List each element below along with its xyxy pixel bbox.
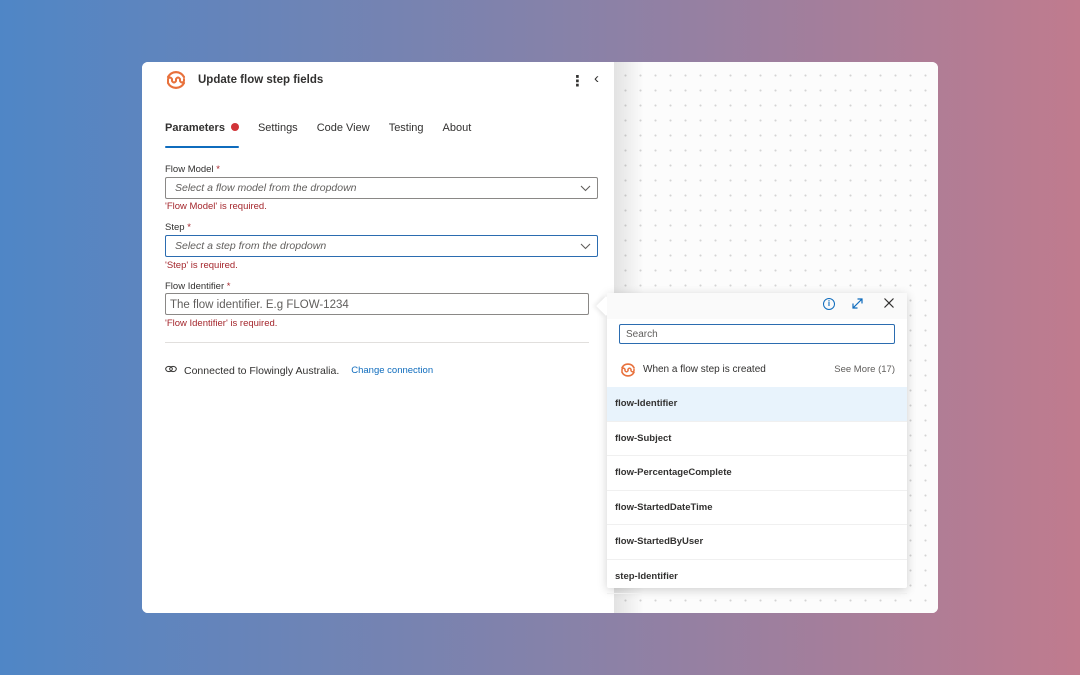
panel-header: Update flow step fields ⋮ ‹ <box>164 68 604 104</box>
token-item[interactable]: step-Identifier <box>607 560 907 594</box>
chevron-down-icon <box>580 178 591 205</box>
tab-testing[interactable]: Testing <box>389 122 424 148</box>
connection-text: Connected to Flowingly Australia. <box>184 364 340 377</box>
dropdown-placeholder: Select a step from the dropdown <box>175 240 327 252</box>
token-item[interactable]: flow-StartedDateTime <box>607 491 907 525</box>
divider <box>165 342 589 343</box>
action-details-panel: Update flow step fields ⋮ ‹ Parameters S… <box>142 62 614 613</box>
trigger-label: When a flow step is created <box>643 364 766 375</box>
label-text: Flow Model <box>165 164 214 175</box>
panel-title: Update flow step fields <box>198 74 324 86</box>
tab-label: Settings <box>257 122 298 134</box>
flow-model-error: 'Flow Model' is required. <box>165 201 267 212</box>
token-list: flow-Identifier flow-Subject flow-Percen… <box>607 387 907 594</box>
tab-settings[interactable]: Settings <box>258 122 298 148</box>
step-error: 'Step' is required. <box>165 260 238 271</box>
trigger-group-header: When a flow step is created See More (17… <box>619 361 895 379</box>
flow-identifier-input[interactable]: The flow identifier. E.g FLOW-1234 <box>165 293 589 315</box>
step-dropdown[interactable]: Select a step from the dropdown <box>165 235 598 257</box>
dynamic-content-search-input[interactable]: Search <box>619 324 895 344</box>
chevron-down-icon <box>580 236 591 263</box>
input-placeholder: The flow identifier. E.g FLOW-1234 <box>170 299 349 311</box>
token-item[interactable]: flow-StartedByUser <box>607 525 907 560</box>
label-text: Step <box>165 222 185 233</box>
flowingly-logo-icon <box>166 71 186 89</box>
tab-label: About <box>442 122 472 134</box>
token-item[interactable]: flow-Subject <box>607 422 907 456</box>
dropdown-placeholder: Select a flow model from the dropdown <box>175 182 357 194</box>
tab-parameters[interactable]: Parameters <box>165 122 239 148</box>
flow-identifier-error: 'Flow Identifier' is required. <box>165 318 278 329</box>
see-more-link[interactable]: See More (17) <box>834 364 895 375</box>
tab-label: Parameters <box>165 122 225 134</box>
info-icon[interactable]: i <box>823 298 835 310</box>
token-item[interactable]: flow-Identifier <box>607 387 907 422</box>
step-label: Step * <box>165 222 191 233</box>
more-options-icon[interactable]: ⋮ <box>570 72 585 90</box>
flow-model-dropdown[interactable]: Select a flow model from the dropdown <box>165 177 598 199</box>
search-placeholder: Search <box>626 329 658 340</box>
flow-identifier-label: Flow Identifier * <box>165 281 230 292</box>
label-text: Flow Identifier <box>165 281 225 292</box>
panel-tabs: Parameters Settings Code View Testing Ab… <box>165 122 471 148</box>
tab-code-view[interactable]: Code View <box>317 122 370 148</box>
flowingly-logo-icon <box>621 363 635 377</box>
required-mark: * <box>187 222 191 233</box>
tab-label: Testing <box>388 122 424 134</box>
required-mark: * <box>226 281 231 292</box>
tab-label: Code View <box>316 122 370 134</box>
tab-about[interactable]: About <box>443 122 472 148</box>
error-dot-icon <box>230 123 239 131</box>
flow-model-label: Flow Model * <box>165 164 220 175</box>
token-item[interactable]: flow-PercentageComplete <box>607 456 907 491</box>
required-mark: * <box>216 164 220 175</box>
collapse-panel-icon[interactable]: ‹ <box>594 70 599 87</box>
dynamic-content-popup: i Search When a flow step is created See… <box>607 293 907 594</box>
connection-info: Connected to Flowingly Australia. Change… <box>165 364 433 377</box>
change-connection-link[interactable]: Change connection <box>351 365 433 376</box>
connection-link-icon <box>165 364 177 377</box>
popup-header: i <box>607 293 907 319</box>
expand-icon[interactable] <box>851 297 864 313</box>
close-icon[interactable] <box>883 297 895 312</box>
